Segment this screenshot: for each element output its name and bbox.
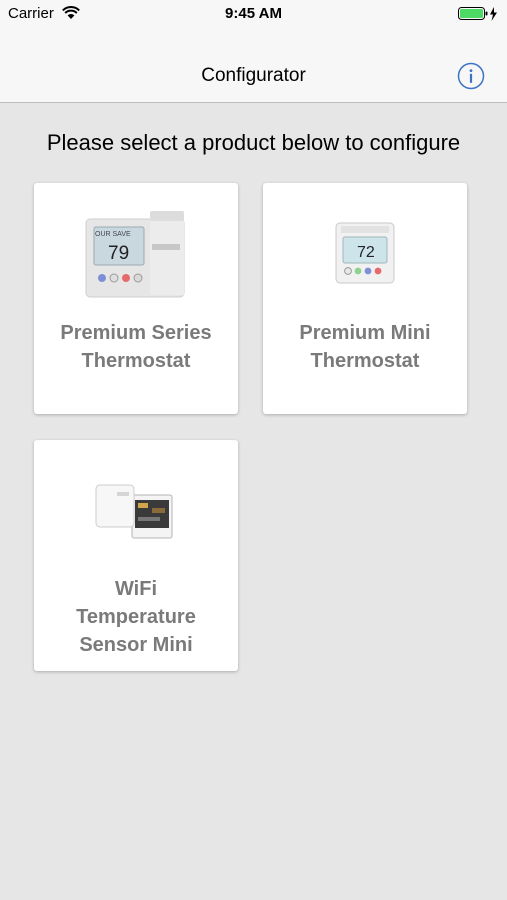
thermostat-premium-series-image: OUR SAVE 79: [85, 211, 185, 298]
battery-charging-icon: [458, 7, 497, 21]
product-label: Premium Mini Thermostat: [263, 319, 467, 375]
product-label-line: Temperature: [76, 606, 196, 628]
product-label-line: Premium Series: [60, 322, 212, 344]
mini-display-value: 72: [357, 244, 375, 261]
thermostat-premium-mini-image: 72: [335, 222, 395, 284]
product-label-line: Premium Mini: [299, 322, 431, 344]
product-label-line: Sensor Mini: [79, 634, 193, 656]
info-icon: [457, 62, 485, 90]
product-label: Premium Series Thermostat: [34, 319, 238, 375]
product-label: WiFi Temperature Sensor Mini: [34, 575, 238, 659]
status-bar: Carrier 9:45 AM: [0, 0, 507, 28]
svg-text:OUR SAVE: OUR SAVE: [95, 231, 131, 238]
status-time: 9:45 AM: [225, 5, 282, 22]
product-label-line: Thermostat: [310, 350, 420, 372]
instruction-text: Please select a product below to configu…: [46, 130, 461, 155]
info-button[interactable]: [457, 62, 485, 90]
product-card-premium-series-thermostat[interactable]: OUR SAVE 79 Premium Series Thermostat: [34, 183, 238, 414]
page-title: Configurator: [201, 65, 306, 86]
product-label-line: Thermostat: [81, 350, 191, 372]
thermostat-display-value: 79: [108, 243, 129, 264]
wifi-temperature-sensor-image: [95, 484, 173, 539]
product-card-wifi-temperature-sensor-mini[interactable]: WiFi Temperature Sensor Mini: [34, 440, 238, 671]
product-label-line: WiFi: [114, 578, 158, 600]
product-card-premium-mini-thermostat[interactable]: 72 Premium Mini Thermostat: [263, 183, 467, 414]
navigation-bar: Configurator: [0, 28, 507, 103]
